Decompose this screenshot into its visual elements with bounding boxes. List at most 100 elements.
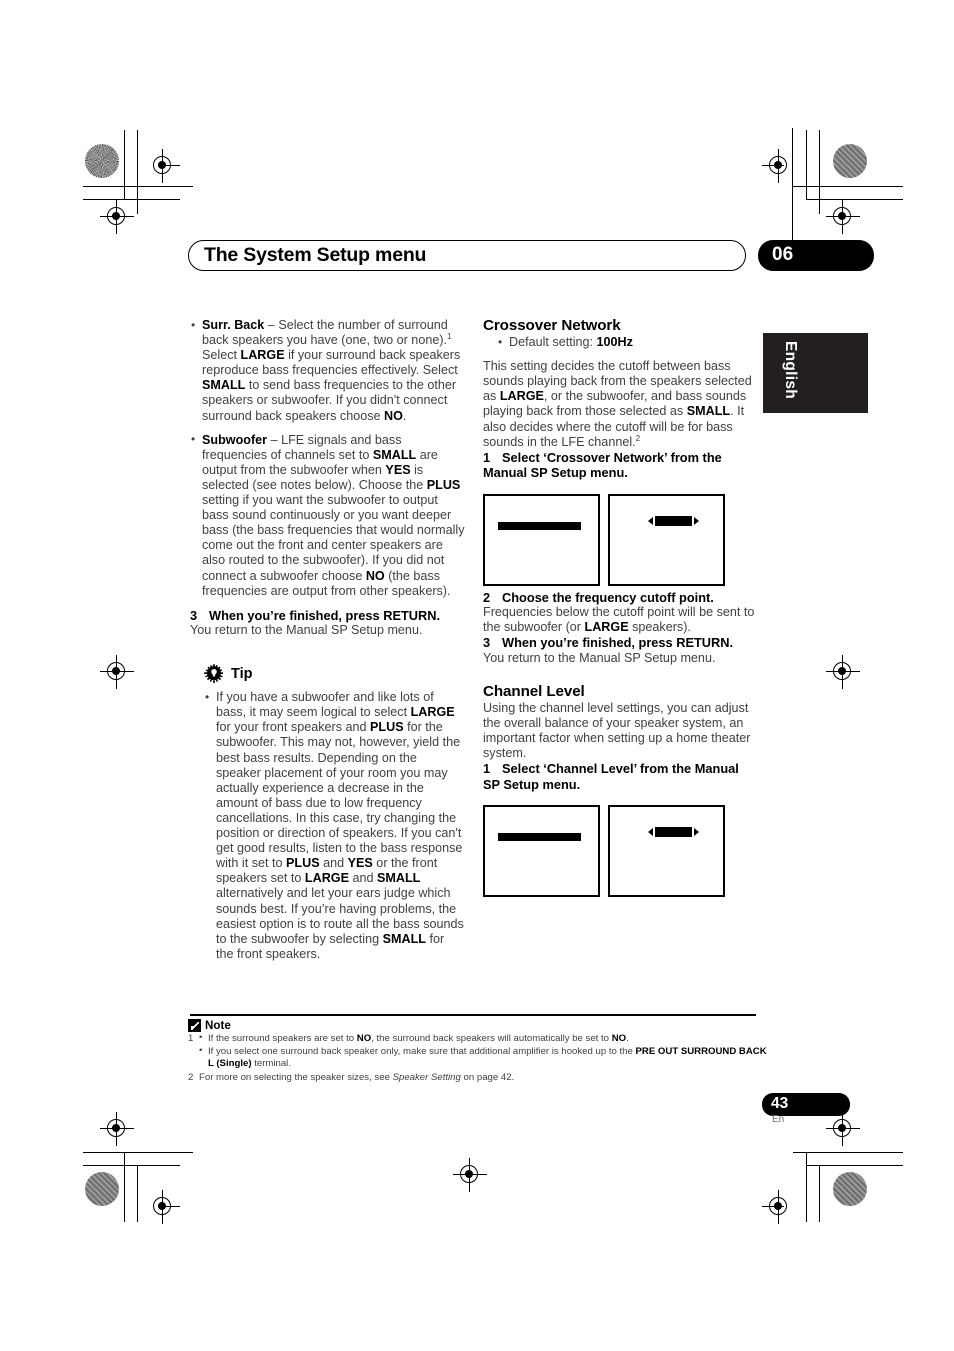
registration-mark-left-middle (100, 655, 134, 689)
crop-mark-bottom-right-v (806, 1152, 808, 1222)
note-bullets: For more on selecting the speaker sizes,… (199, 1072, 768, 1085)
density-patch-bottom-right (833, 1172, 867, 1206)
arrow-right-icon (694, 827, 699, 836)
density-patch-bottom-left (85, 1172, 119, 1206)
chapter-tab-stem (792, 128, 794, 244)
chapter-badge: 06 (758, 240, 874, 271)
right-column: Crossover Network Default setting: 100Hz… (483, 318, 758, 901)
crop-mark-top-right-v2 (819, 130, 821, 214)
list-item: Default setting: 100Hz (497, 335, 758, 350)
registration-mark-left-upper (100, 200, 134, 234)
tip-header: Tip (204, 664, 465, 684)
note-label: Note (205, 1019, 231, 1032)
step-number: 1 (483, 449, 491, 465)
list-item: Surr. Back – Select the number of surrou… (190, 318, 465, 424)
display-bar-redacted (655, 826, 692, 837)
left-step-3-title: 3 When you’re finished, press RETURN. (190, 608, 465, 623)
subwoofer-description: Subwoofer – LFE signals and bass frequen… (202, 432, 465, 598)
crossover-step-2-body: Frequencies below the cutoff point will … (483, 604, 755, 635)
page-language-code: En (772, 1114, 785, 1125)
note-divider (190, 1014, 756, 1016)
step-number: 2 (483, 589, 491, 605)
list-item: If you have a subwoofer and like lots of… (204, 690, 465, 962)
step-text: Select ‘Channel Level’ from the Manual S… (483, 761, 739, 792)
note-number: 2 (188, 1071, 194, 1083)
registration-mark-right-lower (826, 1112, 860, 1146)
display-screen-left (483, 804, 600, 897)
density-patch-top-left (85, 144, 119, 178)
chapter-number: 06 (772, 244, 794, 265)
crop-mark-top-left-v2 (137, 130, 139, 214)
crop-mark-bottom-left-h (83, 1152, 193, 1154)
note-bullet: If the surround speakers are set to NO, … (199, 1032, 768, 1046)
step-number: 3 (190, 607, 198, 623)
crop-mark-top-right-h (793, 186, 903, 188)
crossover-display-illustrations (483, 493, 758, 586)
note-list: 1 If the surround speakers are set to NO… (188, 1032, 768, 1085)
language-tab: English (763, 333, 868, 413)
lightbulb-icon (204, 664, 223, 684)
crop-mark-top-right-v (806, 130, 808, 200)
speaker-settings-bullet-list: Surr. Back – Select the number of surrou… (190, 318, 465, 599)
registration-mark-left-lower (100, 1112, 134, 1146)
crossover-step-3-title: 3 When you’re finished, press RETURN. (483, 635, 758, 650)
step-number: 3 (483, 635, 491, 651)
crossover-default-list: Default setting: 100Hz (497, 335, 758, 350)
list-item: Subwoofer – LFE signals and bass frequen… (190, 432, 465, 599)
display-bar-redacted (498, 832, 581, 841)
registration-mark-bottom-right (762, 1190, 796, 1224)
page-header: The System Setup menu 06 (188, 240, 874, 272)
page-number-badge: 43 (762, 1093, 850, 1116)
step-text: When you’re finished, press RETURN. (209, 607, 441, 623)
channel-level-heading: Channel Level (483, 682, 585, 700)
density-patch-top-right (833, 144, 867, 178)
note-item: 2 For more on selecting the speaker size… (188, 1072, 768, 1085)
left-column: Surr. Back – Select the number of surrou… (190, 318, 465, 962)
crop-mark-bottom-right-v2 (819, 1165, 821, 1222)
note-number: 1 (188, 1033, 194, 1044)
crop-mark-bottom-right-h2 (806, 1165, 903, 1167)
crossover-network-heading: Crossover Network (483, 317, 621, 334)
step-number: 1 (483, 761, 491, 777)
step-text: Choose the frequency cutoff point. (502, 589, 714, 605)
arrow-left-icon (648, 516, 653, 525)
note-header: Note (188, 1019, 231, 1032)
display-screen-left (483, 493, 600, 586)
crossover-step-3-body: You return to the Manual SP Setup menu. (483, 650, 716, 665)
registration-mark-bottom-left (146, 1190, 180, 1224)
registration-mark-top-left (146, 149, 180, 183)
tip-label: Tip (231, 665, 253, 682)
crossover-step-1-title: 1 Select ‘Crossover Network’ from the Man… (483, 450, 758, 481)
note-text: For more on selecting the speaker sizes,… (199, 1071, 515, 1083)
display-bar-redacted (655, 515, 692, 526)
page-number: 43 (771, 1095, 789, 1112)
crossover-default-setting: Default setting: 100Hz (509, 335, 633, 350)
crop-mark-bottom-left-v (124, 1152, 126, 1222)
registration-mark-right-middle (826, 655, 860, 689)
page-title: The System Setup menu (204, 244, 427, 266)
display-bar-redacted (498, 521, 581, 530)
note-bullets: If the surround speakers are set to NO, … (199, 1032, 768, 1071)
note-item: 1 If the surround speakers are set to NO… (188, 1032, 768, 1071)
crop-mark-top-left-v (124, 130, 126, 200)
display-screen-right (608, 493, 725, 586)
arrow-right-icon (694, 516, 699, 525)
display-screen-right (608, 804, 725, 897)
crop-mark-bottom-left-v2 (137, 1165, 139, 1222)
channel-level-step-1-title: 1 Select ‘Channel Level’ from the Manual … (483, 761, 758, 792)
channel-level-body: Using the channel level settings, you ca… (483, 700, 751, 761)
crossover-step-2-title: 2 Choose the frequency cutoff point. (483, 590, 758, 605)
arrow-left-icon (648, 827, 653, 836)
registration-mark-right-upper (826, 200, 860, 234)
left-step-3-body: You return to the Manual SP Setup menu. (190, 623, 423, 638)
step-text: When you’re finished, press RETURN. (502, 635, 734, 651)
note-bullet: If you select one surround back speaker … (199, 1045, 768, 1071)
step-text: Select ‘Crossover Network’ from the Manu… (483, 449, 722, 481)
crossover-body: This setting decides the cutoff between … (483, 359, 752, 449)
crop-mark-bottom-right-h (793, 1152, 903, 1154)
crop-mark-bottom-left-h2 (83, 1165, 180, 1167)
tip-bullet-list: If you have a subwoofer and like lots of… (204, 690, 465, 962)
surr-back-description: Surr. Back – Select the number of surrou… (202, 318, 461, 423)
registration-mark-bottom-center (453, 1158, 487, 1192)
tip-text: If you have a subwoofer and like lots of… (216, 690, 464, 961)
